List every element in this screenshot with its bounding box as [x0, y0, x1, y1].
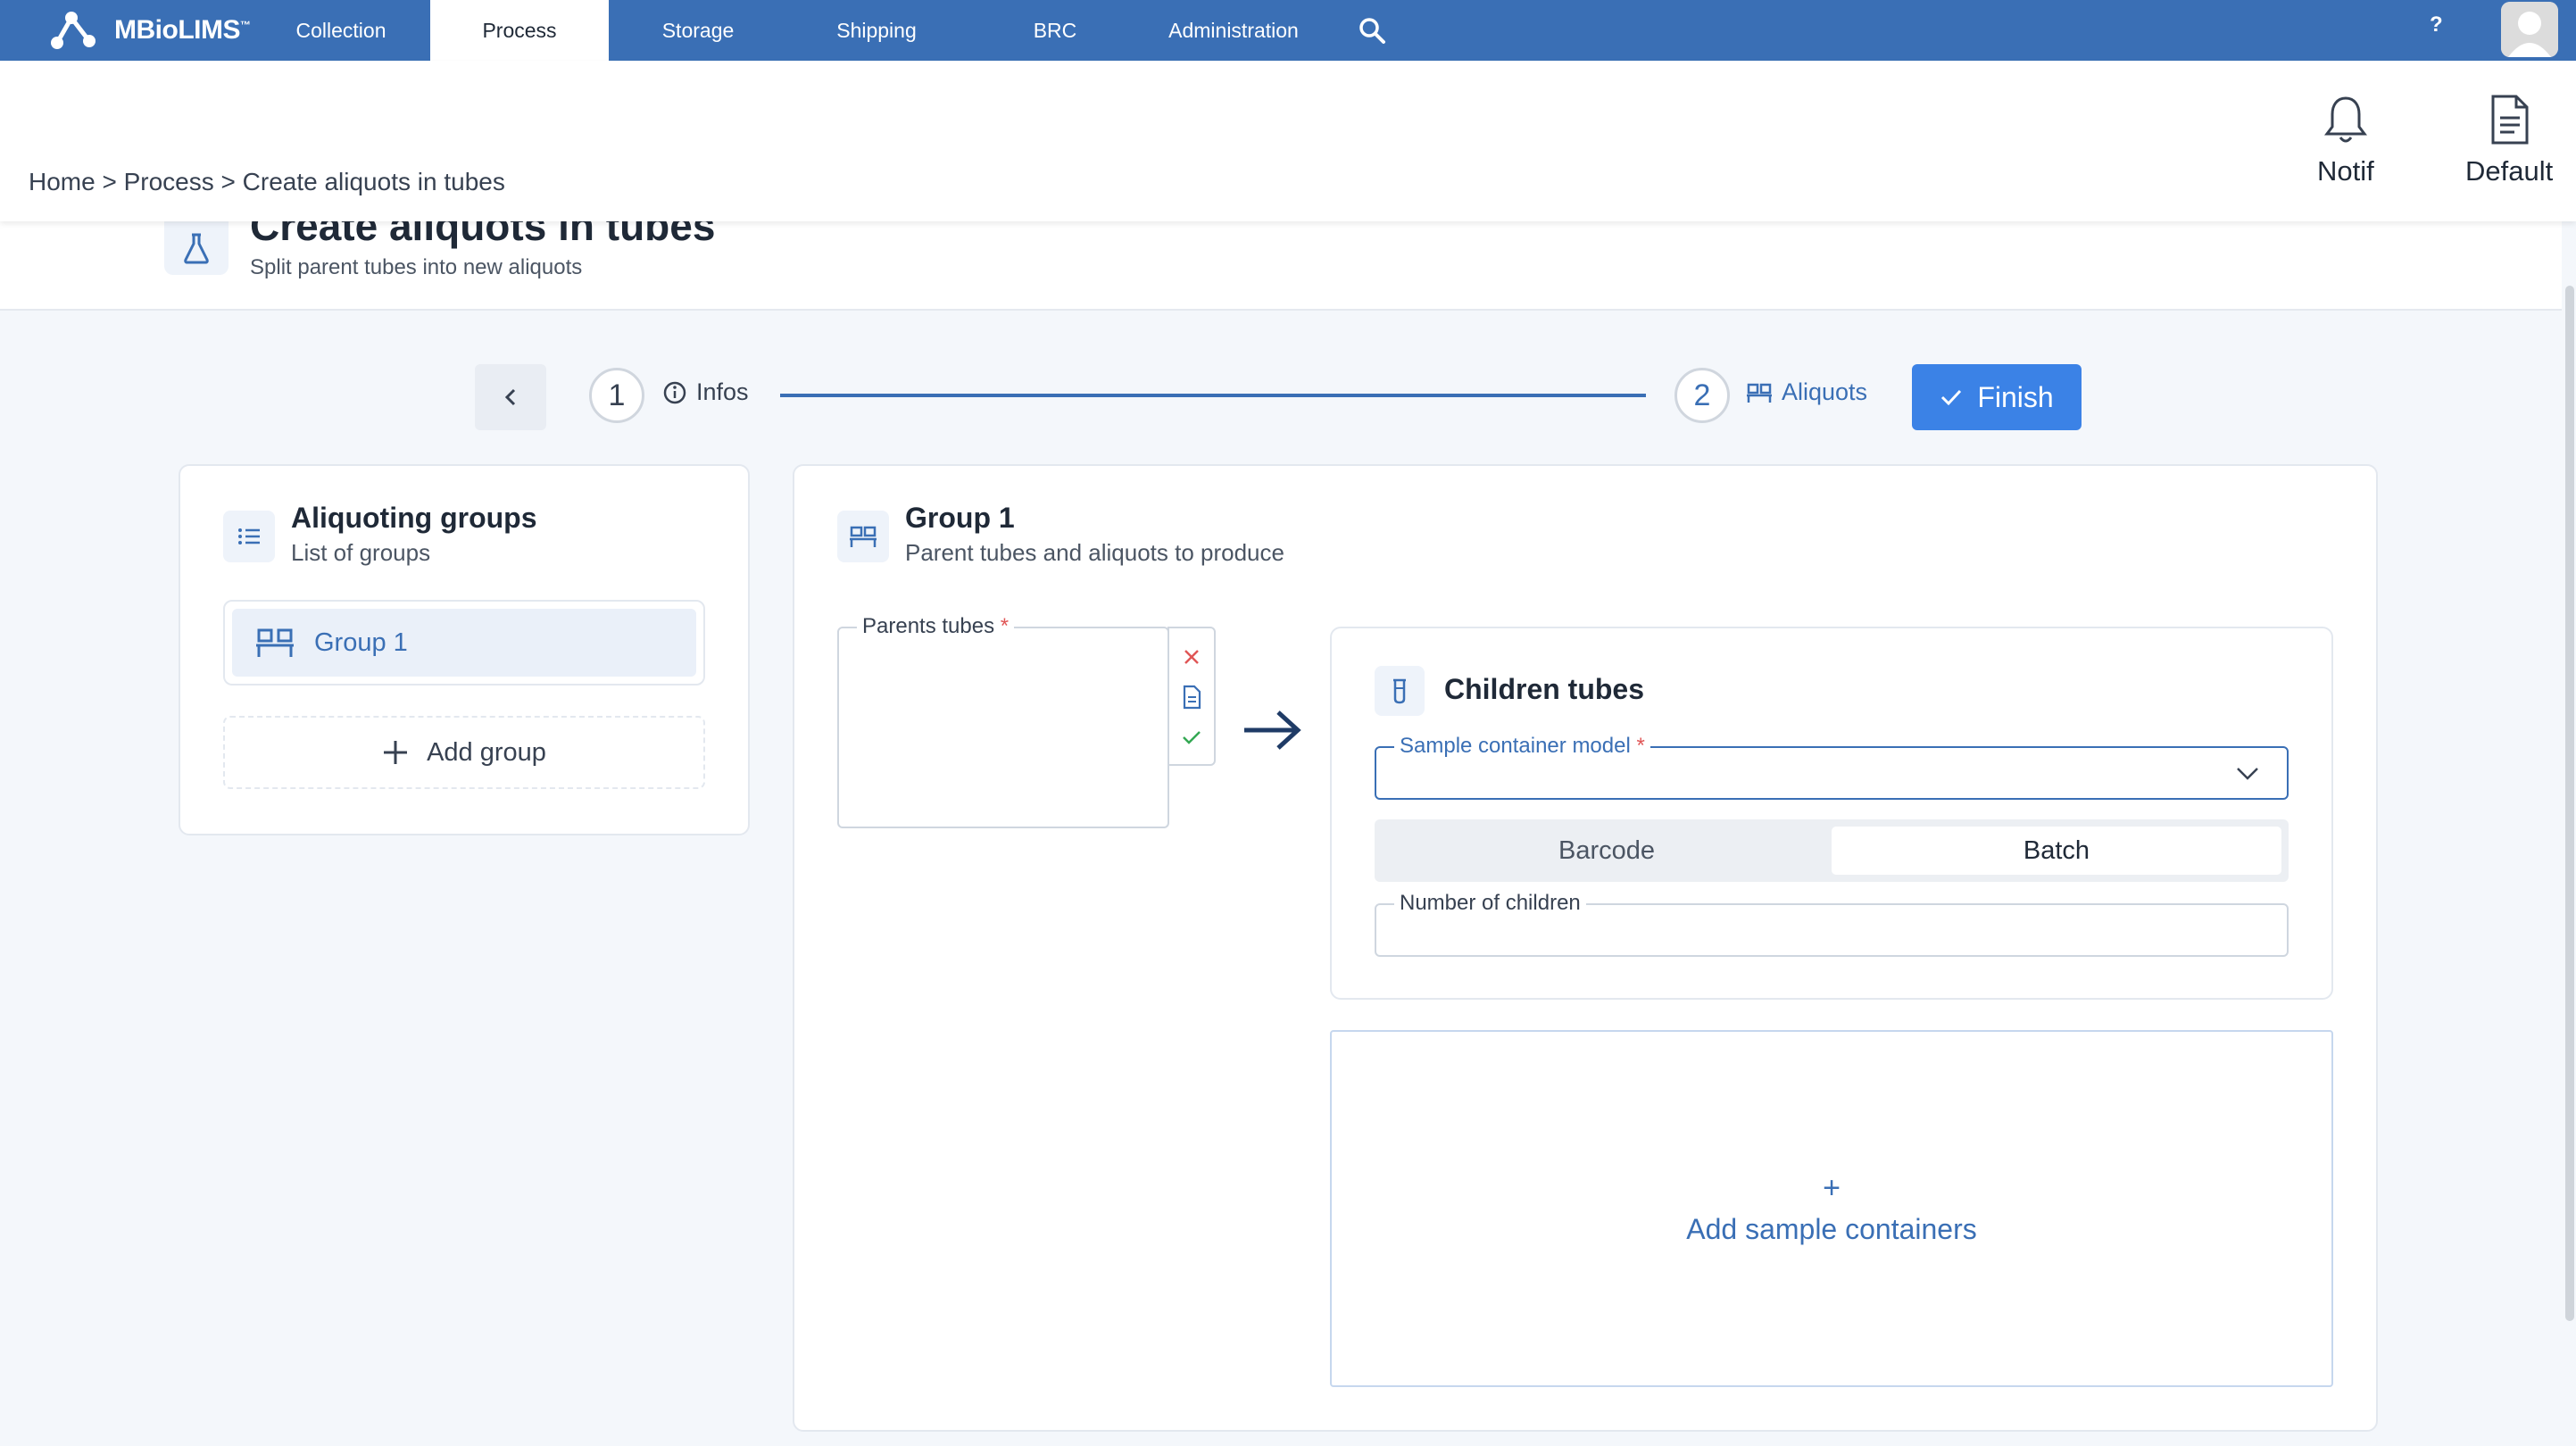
add-group-button[interactable]: Add group	[223, 716, 705, 789]
close-icon[interactable]	[1182, 647, 1201, 667]
page-title-bar: Create aliquots in tubes Split parent tu…	[0, 203, 2562, 311]
number-of-children-label: Number of children	[1394, 891, 1586, 916]
flask-icon-box	[164, 221, 229, 275]
parents-tubes-textarea[interactable]: Parents tubes *	[837, 614, 1169, 828]
file-icon[interactable]	[1182, 685, 1201, 710]
flask-icon	[184, 233, 209, 264]
list-icon-box	[223, 511, 275, 562]
list-icon	[238, 528, 260, 544]
add-sample-containers-button[interactable]: + Add sample containers	[1330, 1030, 2333, 1387]
group-title: Group 1	[905, 502, 1015, 534]
children-tubes-title: Children tubes	[1444, 673, 1645, 705]
group-list-item[interactable]: Group 1	[223, 600, 705, 686]
nav-process[interactable]: Process	[430, 0, 609, 61]
logo-molecule-icon	[51, 12, 96, 49]
app-logo[interactable]: MBioLIMS™	[45, 5, 251, 55]
tube-icon	[1393, 678, 1406, 704]
default-label: Default	[2465, 155, 2554, 187]
rack-icon	[256, 628, 294, 657]
check-icon[interactable]	[1181, 728, 1202, 746]
toggle-batch[interactable]: Batch	[1832, 827, 2281, 875]
plus-icon: +	[1823, 1171, 1841, 1205]
step-2-label[interactable]: Aliquots	[1746, 378, 1867, 406]
chevron-down-icon	[2237, 768, 2258, 780]
step-back-button[interactable]	[475, 364, 546, 430]
group-item-label: Group 1	[314, 627, 408, 657]
number-of-children-input[interactable]: Number of children	[1375, 891, 2289, 957]
page-subtitle: Split parent tubes into new aliquots	[250, 255, 583, 279]
group-subtitle: Parent tubes and aliquots to produce	[905, 539, 1284, 566]
bell-icon	[2323, 96, 2367, 143]
avatar[interactable]	[2501, 2, 2558, 57]
toggle-barcode[interactable]: Barcode	[1382, 827, 1832, 875]
page-scrollbar[interactable]	[2565, 286, 2574, 1321]
rack-icon	[850, 526, 877, 547]
parents-tubes-label: Parents tubes *	[857, 614, 1015, 639]
search-icon[interactable]	[1357, 15, 1387, 46]
top-navbar: MBioLIMS™ Collection Process Storage Shi…	[0, 0, 2576, 61]
finish-button[interactable]: Finish	[1912, 364, 2082, 430]
step-1-label[interactable]: Infos	[662, 378, 749, 406]
step-2-circle[interactable]: 2	[1674, 368, 1730, 423]
chevron-left-icon	[504, 388, 516, 406]
stepper-progress-line	[780, 394, 1646, 397]
step-1-circle[interactable]: 1	[589, 368, 644, 423]
groups-panel-subtitle: List of groups	[291, 539, 431, 566]
nav-brc[interactable]: BRC	[966, 0, 1144, 61]
groups-panel-title: Aliquoting groups	[291, 502, 537, 534]
nav-shipping[interactable]: Shipping	[787, 0, 966, 61]
check-icon	[1941, 389, 1962, 406]
nav-collection[interactable]: Collection	[252, 0, 430, 61]
info-icon	[663, 381, 686, 403]
plus-icon	[384, 741, 408, 764]
sample-container-model-select[interactable]: Sample container model *	[1375, 734, 2289, 800]
notif-label: Notif	[2317, 155, 2374, 187]
notif-button[interactable]: Notif	[2317, 93, 2374, 187]
rack-icon-box	[837, 511, 889, 562]
header-bar: Home > Process > Create aliquots in tube…	[0, 61, 2576, 221]
rack-icon	[1747, 383, 1772, 403]
default-button[interactable]: Default	[2465, 93, 2553, 187]
brand-name: MBioLIMS™	[114, 15, 251, 45]
nav-storage[interactable]: Storage	[609, 0, 787, 61]
aliquoting-groups-card: Aliquoting groups List of groups Group 1…	[179, 464, 750, 835]
parents-actions	[1168, 627, 1216, 766]
breadcrumb[interactable]: Home > Process > Create aliquots in tube…	[29, 168, 505, 196]
nav-administration[interactable]: Administration	[1144, 0, 1323, 61]
tube-icon-box	[1375, 666, 1425, 716]
arrow-right-icon	[1244, 711, 1301, 750]
user-avatar-icon	[2501, 2, 2558, 57]
help-button[interactable]: ?	[2430, 12, 2443, 37]
sample-container-model-label: Sample container model *	[1394, 734, 1650, 759]
add-sample-containers-label: Add sample containers	[1686, 1213, 1977, 1245]
document-icon	[2491, 95, 2529, 145]
barcode-batch-toggle: Barcode Batch	[1375, 819, 2289, 882]
